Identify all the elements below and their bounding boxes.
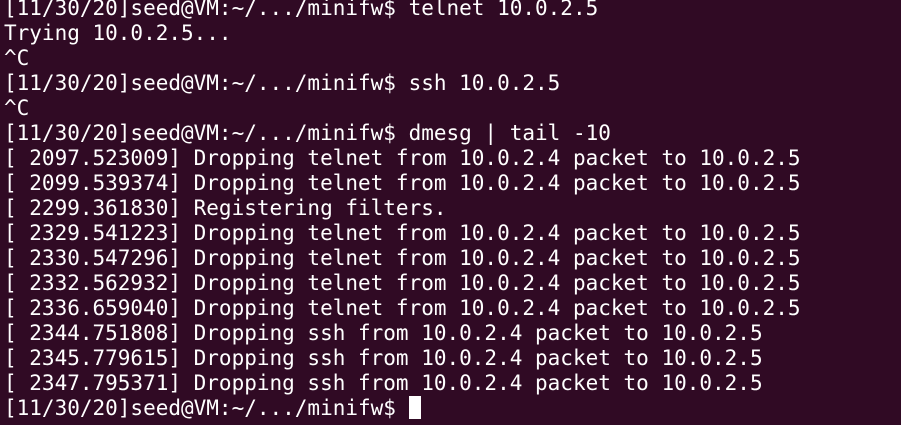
terminal-line: [ 2347.795371] Dropping ssh from 10.0.2.… <box>4 371 763 395</box>
terminal-line: [ 2330.547296] Dropping telnet from 10.0… <box>4 246 801 270</box>
terminal-line: [ 2336.659040] Dropping telnet from 10.0… <box>4 296 801 320</box>
terminal-line: [11/30/20]seed@VM:~/.../minifw$ dmesg | … <box>4 121 611 145</box>
terminal-line: [ 2344.751808] Dropping ssh from 10.0.2.… <box>4 321 763 345</box>
terminal-line: [ 2099.539374] Dropping telnet from 10.0… <box>4 171 801 195</box>
terminal-line: ^C <box>4 96 30 120</box>
terminal-line: [ 2299.361830] Registering filters. <box>4 196 447 220</box>
terminal-line: [ 2345.779615] Dropping ssh from 10.0.2.… <box>4 346 763 370</box>
terminal-cursor[interactable] <box>408 396 421 419</box>
terminal-line: [11/30/20]seed@VM:~/.../minifw$ ssh 10.0… <box>4 71 561 95</box>
terminal-line: [ 2332.562932] Dropping telnet from 10.0… <box>4 271 801 295</box>
terminal-line: [ 2097.523009] Dropping telnet from 10.0… <box>4 146 801 170</box>
terminal-window[interactable]: [11/30/20]seed@VM:~/.../minifw$ telnet 1… <box>0 0 901 425</box>
terminal-line: [11/30/20]seed@VM:~/.../minifw$ telnet 1… <box>4 0 599 20</box>
terminal-prompt: [11/30/20]seed@VM:~/.../minifw$ <box>4 396 396 420</box>
terminal-line: Trying 10.0.2.5... <box>4 21 232 45</box>
terminal-input-line[interactable]: [11/30/20]seed@VM:~/.../minifw$ <box>4 396 901 421</box>
terminal-line: ^C <box>4 46 30 70</box>
terminal-line: [ 2329.541223] Dropping telnet from 10.0… <box>4 221 801 245</box>
